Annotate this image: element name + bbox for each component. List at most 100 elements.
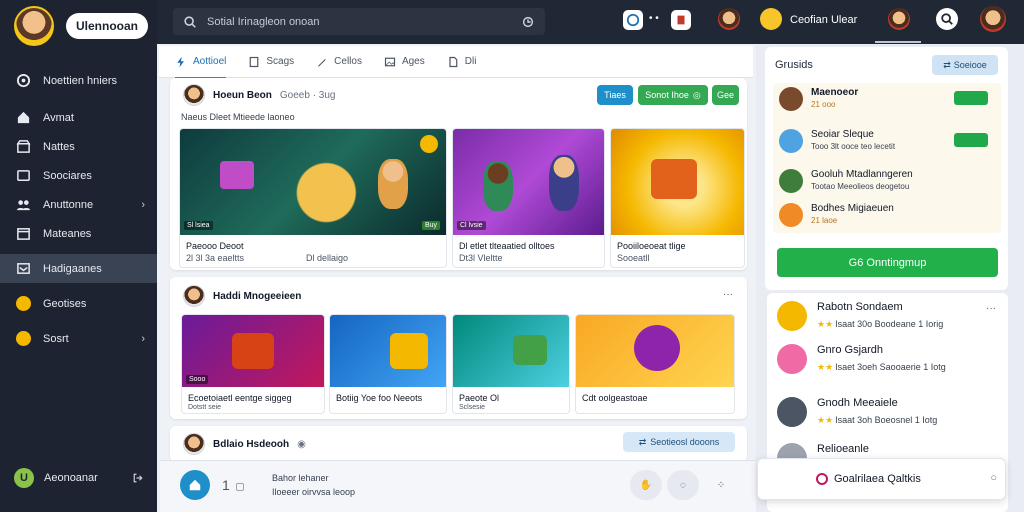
post-author[interactable]: Bdlaio Hsdeooh — [213, 439, 289, 450]
join-button[interactable]: Sonot Ihoe ◎ — [638, 85, 708, 105]
gift-box — [390, 333, 428, 369]
button-label: Tiaes — [604, 90, 626, 100]
profile-avatar[interactable] — [980, 6, 1006, 32]
game-tile[interactable]: Sl lsiea Buy Paeooo Deoot 2l 3l 3a eaelt… — [179, 128, 447, 268]
tile-title: Dl etlet tlteaatied olltoes — [459, 241, 555, 251]
group-subtitle: Tootao Meeolieos deogetou — [811, 182, 910, 191]
group-item[interactable]: Maenoeor 21 ooo — [779, 87, 994, 111]
recent-name: Rabotn Sondaem — [817, 301, 903, 313]
post-author[interactable]: Hoeun Beon — [213, 90, 272, 101]
groups-cta-button[interactable]: G6 Onntingmup — [777, 248, 998, 277]
bookmark-icon[interactable] — [671, 10, 691, 30]
author-avatar[interactable] — [183, 433, 205, 455]
more-icon[interactable]: ··· — [723, 289, 733, 300]
tab-scags[interactable]: Scags — [248, 46, 294, 78]
game-icon[interactable] — [623, 10, 643, 30]
groups-join-button[interactable]: ⇄ Soeiooe — [932, 55, 998, 75]
group-item[interactable]: Seoiar Sleque Tooo 3lt ooce teo lecetit — [779, 129, 994, 153]
sidebar-item-coins[interactable]: Geotises — [0, 289, 157, 318]
game-tile[interactable]: Sooo Ecoetoiaetl eentge siggeg Dotstt se… — [181, 314, 325, 414]
game-tile[interactable]: Botiig Yoe foo Neeots — [329, 314, 447, 414]
author-avatar[interactable] — [183, 84, 205, 106]
share-button[interactable]: ✋ — [630, 470, 662, 500]
gift-box — [220, 161, 254, 189]
more-icon[interactable]: • • — [649, 13, 669, 33]
character — [483, 161, 513, 211]
verified-icon: ◉ — [297, 438, 306, 450]
logout-icon[interactable] — [132, 472, 144, 484]
image-icon — [384, 56, 396, 68]
toast-popup[interactable]: Goalrilaea Qaltkis ○ — [757, 458, 1006, 500]
group-subtitle: 21 laoe — [811, 216, 838, 225]
chat-icon — [16, 168, 31, 183]
friend-avatar[interactable] — [718, 8, 740, 30]
sidebar-item-notifications[interactable]: Noettien hniers — [0, 66, 157, 95]
filter-icon[interactable] — [521, 15, 535, 29]
group-item[interactable]: Bodhes Migiaeuen 21 laoe — [779, 203, 994, 227]
sidebar-item-label: Sosrt — [43, 332, 69, 345]
account-badge: U — [14, 468, 34, 488]
post-count: 1 — [222, 477, 230, 493]
sidebar-item-calendar[interactable]: Mateanes — [0, 219, 157, 248]
follow-button[interactable]: Tiaes — [597, 85, 633, 105]
tile-extra: Dl dellaigo — [306, 253, 349, 263]
button-label: Gee — [716, 90, 734, 100]
tab-cellos[interactable]: Cellos — [316, 46, 362, 78]
account-switcher[interactable]: U Aeonoanar — [14, 468, 144, 488]
home-button[interactable] — [180, 470, 210, 500]
recent-item[interactable]: Gnro Gsjardh ★★ Isaet 3oeh Saooaerie 1 Iot… — [777, 344, 1002, 374]
game-thumbnail — [576, 315, 734, 387]
chevron-right-icon: › — [141, 332, 145, 345]
sync-icon: ⇄ — [943, 59, 951, 70]
top-bar: • • Ceofian Ulear — [157, 0, 1024, 44]
sidebar-item-label: Anuttonne — [43, 198, 94, 211]
search-bar[interactable] — [173, 8, 545, 35]
sync-icon: ⇄ — [638, 436, 647, 447]
tab-dli[interactable]: Dli — [447, 46, 476, 78]
avatar[interactable] — [14, 6, 54, 46]
game-tile[interactable]: Paeote Ol Sclsesie — [452, 314, 570, 414]
recent-item[interactable]: Gnodh Meeaiele ★★ Isaat 3oh Boeosnel 1 Iot… — [777, 397, 1002, 427]
game-tile[interactable]: Cl lvsie Dl etlet tlteaatied olltoes Dt3… — [452, 128, 605, 268]
tile-title: Paeote Ol — [459, 393, 500, 403]
tab-activity[interactable]: Aottioel — [175, 46, 227, 79]
recent-subtitle: Isaet 3oeh Saooaerie 1 Iotg — [835, 362, 946, 372]
calendar-icon — [16, 226, 31, 241]
notification-avatar[interactable] — [888, 8, 910, 30]
user-label[interactable]: Ceofian Ulear — [790, 14, 857, 26]
close-icon[interactable]: ○ — [990, 472, 997, 484]
recent-item[interactable]: Rabotn Sondaem ★★ Isaat 30o Boodeane 1 Ior… — [777, 301, 1002, 331]
lock-icon — [236, 483, 244, 491]
coin-icon — [16, 331, 31, 346]
sidebar-item-inbox[interactable]: Hadigaanes — [0, 254, 157, 283]
search-user-icon[interactable] — [936, 8, 958, 30]
post-author[interactable]: Haddi Mnogeeieen — [213, 291, 301, 302]
action-button[interactable]: ⇄ Seotieosl dooons — [623, 432, 735, 452]
sidebar-item-social[interactable]: Soociares — [0, 161, 157, 190]
author-avatar[interactable] — [183, 285, 205, 307]
sidebar-item-store[interactable]: Nattes — [0, 132, 157, 161]
coin-icon — [420, 135, 438, 153]
store-icon — [16, 139, 31, 154]
post-caption: Naeus Dleet Mtieede laoneo — [181, 112, 295, 122]
group-join-button[interactable] — [954, 133, 988, 147]
recent-name: Gnro Gsjardh — [817, 344, 884, 356]
sidebar-item-sort[interactable]: Sosrt › — [0, 324, 157, 353]
group-item[interactable]: Gooluh Mtadlanngeren Tootao Meeolieos deo… — [779, 169, 994, 193]
game-tile[interactable]: Cdt oolgeastoae — [575, 314, 735, 414]
options-button[interactable]: ⁘ — [705, 470, 737, 500]
group-name: Maenoeor — [811, 87, 859, 98]
profile[interactable]: Ulennooan — [14, 6, 148, 46]
game-tile[interactable]: Pooiiloeoeat tlige Sooeatll — [610, 128, 745, 268]
group-join-button[interactable] — [954, 91, 988, 105]
profile-name[interactable]: Ulennooan — [66, 13, 148, 39]
sidebar-item-home[interactable]: Avmat — [0, 103, 157, 132]
comment-button[interactable]: ◌ — [667, 470, 699, 500]
recent-avatar — [777, 397, 807, 427]
more-button[interactable]: Gee — [712, 85, 739, 105]
sidebar-item-people[interactable]: Anuttonne › — [0, 190, 157, 219]
chat-icon: ◌ — [680, 479, 686, 491]
emoji-icon[interactable] — [760, 8, 782, 30]
search-input[interactable] — [207, 15, 511, 28]
tab-ages[interactable]: Ages — [384, 46, 425, 78]
